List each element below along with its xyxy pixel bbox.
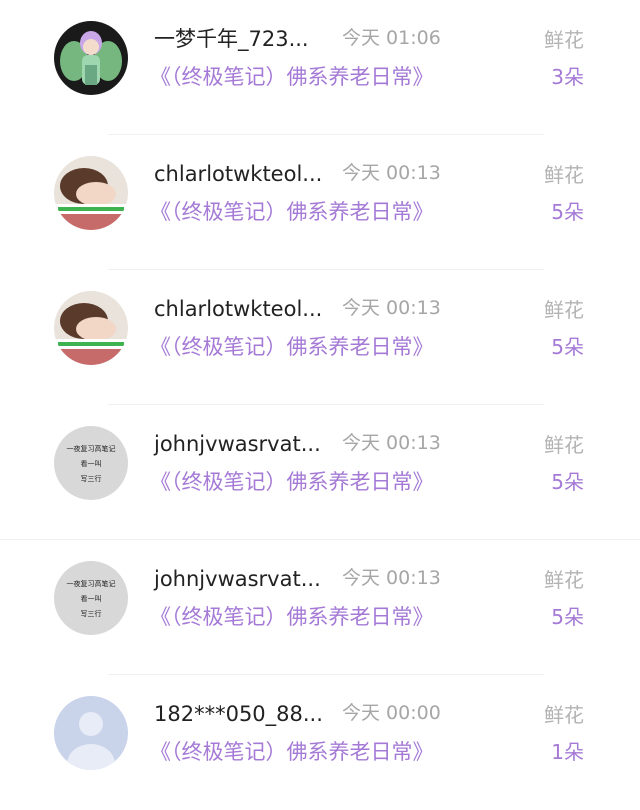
anime-girl-avatar-icon[interactable] — [54, 21, 128, 95]
gift-count: 1朵 — [551, 740, 584, 764]
gift-type-label: 鲜花 — [544, 568, 584, 592]
gift-type-label: 鲜花 — [544, 703, 584, 727]
text-avatar-icon[interactable]: 一夜复习高笔记 看一叫 写三行 — [54, 561, 128, 635]
user-name[interactable]: chlarlotwkteol... — [154, 295, 322, 323]
gift-record-list: 一梦千年_723... 今天 01:06 鲜花 《（终极笔记）佛系养老日常》 3… — [0, 0, 640, 785]
user-name[interactable]: 一梦千年_723... — [154, 25, 309, 53]
list-item[interactable]: chlarlotwkteol... 今天 00:13 鲜花 《（终极笔记）佛系养… — [0, 135, 640, 270]
timestamp: 今天 00:13 — [342, 432, 441, 454]
gift-type-label: 鲜花 — [544, 28, 584, 52]
text-avatar-icon[interactable]: 一夜复习高笔记 看一叫 写三行 — [54, 426, 128, 500]
timestamp: 今天 00:00 — [342, 702, 441, 724]
avatar-text-line: 写三行 — [81, 474, 102, 483]
book-title-link[interactable]: 《（终极笔记）佛系养老日常》 — [150, 737, 434, 767]
user-name[interactable]: 182***050_88... — [154, 700, 323, 728]
avatar-text-line: 一夜复习高笔记 — [67, 579, 116, 588]
list-item[interactable]: 182***050_88... 今天 00:00 鲜花 《（终极笔记）佛系养老日… — [0, 675, 640, 810]
timestamp: 今天 00:13 — [342, 297, 441, 319]
timestamp: 今天 01:06 — [342, 27, 441, 49]
book-title-link[interactable]: 《（终极笔记）佛系养老日常》 — [150, 332, 434, 362]
user-name[interactable]: johnjvwasrvat... — [154, 430, 321, 458]
book-title-link[interactable]: 《（终极笔记）佛系养老日常》 — [150, 197, 434, 227]
list-item[interactable]: 一梦千年_723... 今天 01:06 鲜花 《（终极笔记）佛系养老日常》 3… — [0, 0, 640, 135]
gift-count: 5朵 — [551, 605, 584, 629]
user-name[interactable]: chlarlotwkteol... — [154, 160, 322, 188]
book-title-link[interactable]: 《（终极笔记）佛系养老日常》 — [150, 467, 434, 497]
gift-type-label: 鲜花 — [544, 298, 584, 322]
avatar-text-line: 看一叫 — [81, 594, 102, 603]
timestamp: 今天 00:13 — [342, 567, 441, 589]
avatar-text-line: 写三行 — [81, 609, 102, 618]
sleeping-girl-avatar-icon[interactable] — [54, 291, 128, 365]
gift-type-label: 鲜花 — [544, 163, 584, 187]
avatar-text-line: 一夜复习高笔记 — [67, 444, 116, 453]
gift-count: 5朵 — [551, 335, 584, 359]
sleeping-girl-avatar-icon[interactable] — [54, 156, 128, 230]
gift-type-label: 鲜花 — [544, 433, 584, 457]
timestamp: 今天 00:13 — [342, 162, 441, 184]
book-title-link[interactable]: 《（终极笔记）佛系养老日常》 — [150, 602, 434, 632]
avatar-text-line: 看一叫 — [81, 459, 102, 468]
default-user-avatar-icon[interactable] — [54, 696, 128, 770]
list-item[interactable]: 一夜复习高笔记 看一叫 写三行 johnjvwasrvat... 今天 00:1… — [0, 540, 640, 675]
gift-count: 5朵 — [551, 200, 584, 224]
book-title-link[interactable]: 《（终极笔记）佛系养老日常》 — [150, 62, 434, 92]
gift-count: 3朵 — [551, 65, 584, 89]
gift-count: 5朵 — [551, 470, 584, 494]
list-item[interactable]: 一夜复习高笔记 看一叫 写三行 johnjvwasrvat... 今天 00:1… — [0, 405, 640, 540]
list-item[interactable]: chlarlotwkteol... 今天 00:13 鲜花 《（终极笔记）佛系养… — [0, 270, 640, 405]
user-name[interactable]: johnjvwasrvat... — [154, 565, 321, 593]
